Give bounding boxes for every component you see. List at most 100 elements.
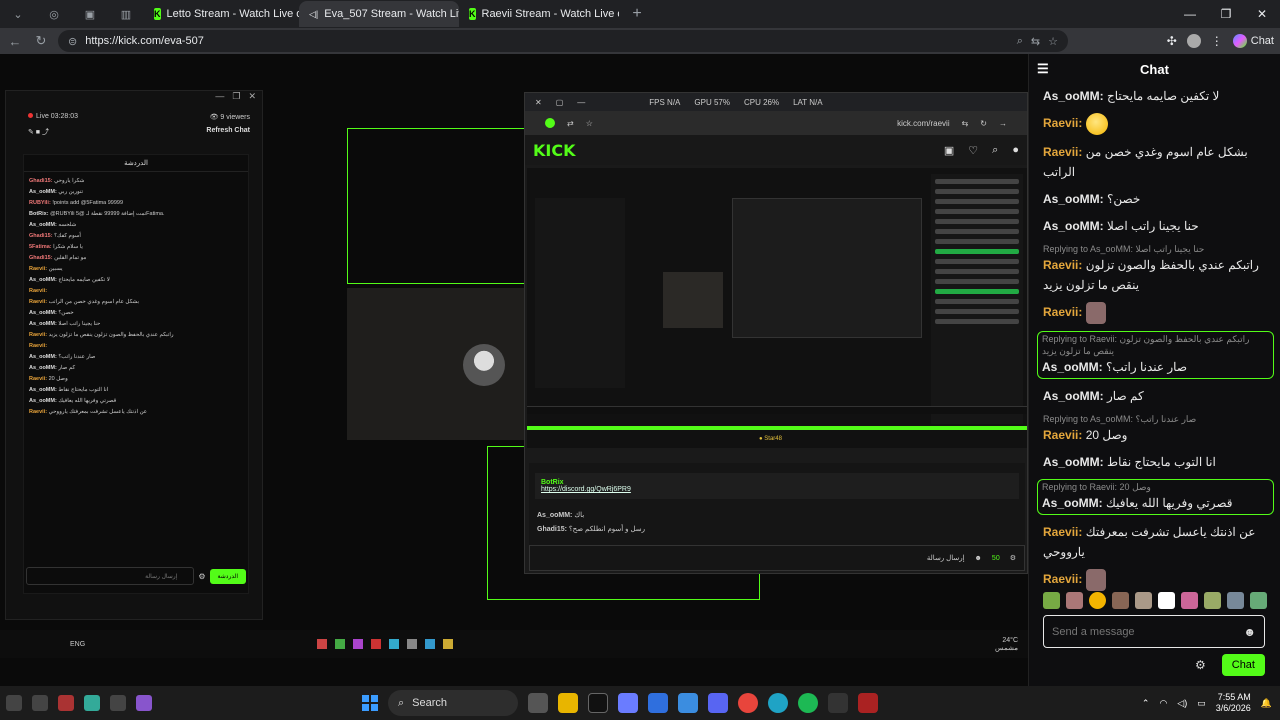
minimize-icon[interactable]: — xyxy=(1172,7,1208,21)
app-icon[interactable] xyxy=(828,693,848,713)
wifi-icon[interactable]: ◠ xyxy=(1159,698,1167,709)
file-explorer-icon[interactable] xyxy=(558,693,578,713)
emote-icon[interactable] xyxy=(1112,592,1129,609)
emote-icon[interactable] xyxy=(1066,592,1083,609)
nested-stream-capture: ● Star48 xyxy=(527,168,1027,448)
url-field[interactable]: ⊜ https://kick.com/eva-507 ⌕ ⇆ ☆ xyxy=(58,30,1068,52)
app-icon[interactable] xyxy=(648,693,668,713)
chat-username[interactable]: As_ooMM: xyxy=(1042,496,1103,510)
emote-icon[interactable] xyxy=(1135,592,1152,609)
profile-avatar[interactable] xyxy=(1186,34,1201,48)
video-player[interactable]: — ❐ ✕ Live 03:28:03 👁 9 viewers ✎ ■ ⤴ Refr… xyxy=(0,54,1028,686)
chat-message[interactable]: As_ooMM: انا التوب مايحتاج نقاط xyxy=(1043,452,1274,472)
edge-icon[interactable] xyxy=(768,693,788,713)
chat-username[interactable]: As_ooMM: xyxy=(1042,360,1103,374)
chat-username[interactable]: As_ooMM: xyxy=(1043,455,1104,469)
pinned-tab[interactable]: ◎ xyxy=(36,1,72,27)
bookmark-star-icon[interactable]: ☆ xyxy=(1048,35,1058,48)
chat-message[interactable]: Replying to As_ooMM: حنا يجينا راتب اصلا… xyxy=(1043,243,1274,295)
reply-context[interactable]: Replying to As_ooMM: صار عندنا راتب؟ xyxy=(1043,413,1274,425)
chat-message[interactable]: Raevii: بشكل عام اسوم وغدي خصن من الراتب xyxy=(1043,142,1274,182)
tray-chevron-icon[interactable]: ⌃ xyxy=(1142,698,1150,709)
chat-username[interactable]: As_ooMM: xyxy=(1043,192,1104,206)
emote-icon[interactable] xyxy=(1250,592,1267,609)
browser-tab-active[interactable]: ◁| Eva_507 Stream - Watch Live ✕ xyxy=(299,1,459,27)
discord-icon[interactable] xyxy=(708,693,728,713)
chat-message[interactable]: Replying to Raevii: وصل 20 As_ooMM: قصرتي… xyxy=(1037,479,1274,515)
tiktok-icon[interactable] xyxy=(588,693,608,713)
taskbar-clock[interactable]: 7:55 AM 3/6/2026 xyxy=(1216,692,1251,714)
spotify-icon[interactable] xyxy=(798,693,818,713)
chat-panel: ☰ Chat As_ooMM: لا تكفين صايمه مايحتاج Ra… xyxy=(1028,54,1280,686)
battery-icon[interactable]: ▭ xyxy=(1197,698,1206,709)
emote-icon[interactable] xyxy=(1089,592,1106,609)
chat-username[interactable]: As_ooMM: xyxy=(1043,89,1104,103)
reply-context[interactable]: Replying to Raevii: وصل 20 xyxy=(1042,481,1269,493)
chat-message[interactable]: Raevii: xyxy=(1043,569,1274,591)
captured-chat-line: Raevii: xyxy=(29,288,48,294)
captured-chat-line: As_ooMM: كم صار xyxy=(29,365,76,371)
taskbar-search[interactable]: ⌕ Search xyxy=(388,690,518,716)
zoom-icon[interactable]: ⌕ xyxy=(1017,35,1023,48)
menu-icon[interactable]: ⋮ xyxy=(1211,34,1223,48)
chat-username[interactable]: As_ooMM: xyxy=(1043,219,1104,233)
notepad-icon[interactable] xyxy=(678,693,698,713)
chat-message[interactable]: As_ooMM: خصن؟ xyxy=(1043,189,1274,209)
pinned-tab[interactable]: ▣ xyxy=(72,1,108,27)
windows-start-icon[interactable] xyxy=(362,695,378,711)
gear-icon[interactable]: ⚙ xyxy=(1195,658,1206,672)
close-window-icon[interactable]: ✕ xyxy=(1244,7,1280,21)
reply-context[interactable]: Replying to As_ooMM: حنا يجينا راتب اصلا xyxy=(1043,243,1274,255)
send-chat-button[interactable]: Chat xyxy=(1221,654,1265,676)
chat-message[interactable]: Replying to Raevii: راتبكم عندي بالحفظ و… xyxy=(1037,331,1274,379)
chat-message[interactable]: Replying to As_ooMM: صار عندنا راتب؟ Raev… xyxy=(1043,413,1274,445)
chat-username[interactable]: As_ooMM: xyxy=(1043,389,1104,403)
chat-message[interactable]: As_ooMM: حنا يجينا راتب اصلا xyxy=(1043,216,1274,236)
widget-icon[interactable] xyxy=(136,695,152,711)
chat-username[interactable]: Raevii: xyxy=(1043,525,1082,539)
chat-message[interactable]: Raevii: عن اذنتك ياعسل تشرفت بمعرفتك يار… xyxy=(1043,522,1274,562)
browser-tab[interactable]: K Letto Stream - Watch Live on Kick ✕ xyxy=(144,1,299,27)
emote-icon[interactable] xyxy=(1181,592,1198,609)
chat-username[interactable]: Raevii: xyxy=(1043,572,1082,586)
reply-context[interactable]: Replying to Raevii: راتبكم عندي بالحفظ و… xyxy=(1042,333,1269,357)
chat-username[interactable]: Raevii: xyxy=(1043,116,1082,130)
reload-icon[interactable]: ↻ xyxy=(32,33,50,49)
chat-username[interactable]: Raevii: xyxy=(1043,428,1082,442)
emote-icon[interactable] xyxy=(1043,592,1060,609)
task-view-icon[interactable] xyxy=(528,693,548,713)
translate-icon[interactable]: ⇆ xyxy=(1031,35,1040,48)
back-icon[interactable]: ← xyxy=(6,34,24,49)
chat-username[interactable]: Raevii: xyxy=(1043,258,1082,272)
tab-search-button[interactable]: ⌄ xyxy=(0,1,36,27)
emote-icon[interactable] xyxy=(1204,592,1221,609)
chat-message[interactable]: As_ooMM: لا تكفين صايمه مايحتاج xyxy=(1043,86,1274,106)
emote-icon[interactable] xyxy=(1158,592,1175,609)
notifications-icon[interactable]: 🔔 xyxy=(1261,698,1272,709)
new-tab-button[interactable]: + xyxy=(619,1,655,27)
widget-icon[interactable] xyxy=(6,695,22,711)
browser-tab[interactable]: K Raevii Stream - Watch Live on Kick ✕ xyxy=(459,1,619,27)
copilot-chat-button[interactable]: Chat xyxy=(1232,34,1274,48)
chrome-icon[interactable] xyxy=(738,693,758,713)
maximize-icon[interactable]: ❐ xyxy=(1208,7,1244,21)
widget-icon[interactable] xyxy=(58,695,74,711)
widget-icon[interactable] xyxy=(32,695,48,711)
chat-username[interactable]: Raevii: xyxy=(1043,145,1082,159)
widget-icon[interactable] xyxy=(110,695,126,711)
copilot-icon[interactable] xyxy=(618,693,638,713)
extensions-icon[interactable]: ✣ xyxy=(1167,34,1177,48)
chat-input[interactable] xyxy=(1052,625,1222,638)
app-icon[interactable] xyxy=(858,693,878,713)
volume-icon[interactable]: ◁) xyxy=(1177,698,1187,709)
chat-message[interactable]: As_ooMM: كم صار xyxy=(1043,386,1274,406)
chat-username[interactable]: Raevii: xyxy=(1043,305,1082,319)
collapse-chat-icon[interactable]: ☰ xyxy=(1037,61,1049,77)
widget-icon[interactable] xyxy=(84,695,100,711)
emoji-picker-icon[interactable]: ☻ xyxy=(1243,625,1256,639)
chat-message[interactable]: Raevii: xyxy=(1043,302,1274,324)
site-info-icon[interactable]: ⊜ xyxy=(68,35,77,48)
chat-message[interactable]: Raevii: xyxy=(1043,113,1274,135)
emote-icon[interactable] xyxy=(1227,592,1244,609)
pinned-tab[interactable]: ▥ xyxy=(108,1,144,27)
